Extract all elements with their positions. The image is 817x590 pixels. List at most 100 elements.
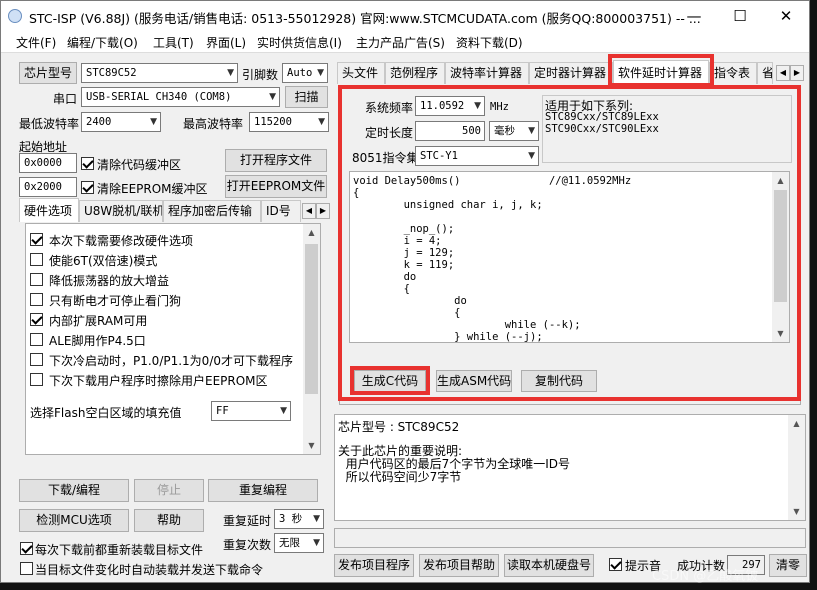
tab-u8w[interactable]: U8W脱机/联机 (79, 200, 163, 222)
reload-before-download-label: 每次下载前都重新装载目标文件 (35, 543, 204, 557)
pin-count-label: 引脚数 (242, 68, 279, 82)
stop-button[interactable]: 停止 (134, 479, 204, 502)
publish-help-button[interactable]: 发布项目帮助 (419, 554, 499, 577)
help-button[interactable]: 帮助 (134, 509, 204, 532)
menu-docs-download[interactable]: 资料下载(D) (456, 34, 523, 51)
chevron-down-icon: ▼ (313, 538, 320, 548)
option-checkbox[interactable] (30, 233, 43, 246)
tab-example-programs[interactable]: 范例程序 (385, 62, 445, 84)
right-tab-scroll[interactable]: ◀ ▶ (776, 64, 804, 81)
port-value: USB-SERIAL CH340 (COM8) (86, 91, 232, 103)
tab-encrypt-transfer[interactable]: 程序加密后传输 (163, 200, 261, 222)
repeat-delay-label: 重复延时 (223, 514, 272, 528)
chevron-down-icon: ▼ (269, 92, 276, 102)
scroll-up-icon[interactable]: ▲ (303, 224, 320, 241)
menu-file[interactable]: 文件(F) (16, 34, 56, 51)
scroll-thumb[interactable] (305, 244, 318, 394)
detect-mcu-button[interactable]: 检测MCU选项 (19, 509, 129, 532)
repeat-count-label: 重复次数 (223, 538, 272, 552)
option-checkbox[interactable] (30, 313, 43, 326)
close-button[interactable]: ✕ (763, 1, 809, 31)
option-checkbox[interactable] (30, 333, 43, 346)
menu-product-ads[interactable]: 主力产品广告(S) (356, 34, 445, 51)
option-label: 下次下载用户程序时擦除用户EEPROM区 (49, 374, 268, 388)
menu-program-download[interactable]: 编程/下载(O) (67, 34, 138, 51)
min-baud-value: 2400 (86, 116, 112, 128)
scroll-down-icon[interactable]: ▼ (788, 503, 805, 520)
option-checkbox[interactable] (30, 253, 43, 266)
chevron-left-icon[interactable]: ◀ (302, 203, 316, 219)
progress-bar (334, 528, 806, 548)
repeat-delay-select[interactable]: 3 秒 ▼ (274, 509, 324, 529)
scroll-up-icon[interactable]: ▲ (788, 415, 805, 432)
pin-count-select[interactable]: Auto ▼ (282, 63, 328, 83)
auto-send-checkbox[interactable] (20, 562, 33, 575)
chevron-down-icon: ▼ (150, 117, 157, 127)
menu-tools[interactable]: 工具(T) (153, 34, 194, 51)
open-eeprom-file-button[interactable]: 打开EEPROM文件 (225, 175, 327, 198)
tab-baud-calculator[interactable]: 波特率计算器 (445, 62, 529, 84)
tab-id[interactable]: ID号 (261, 200, 301, 222)
option-label: ALE脚用作P4.5口 (49, 334, 146, 348)
clear-eeprom-label: 清除EEPROM缓冲区 (97, 182, 208, 196)
repeat-count-select[interactable]: 无限 ▼ (274, 533, 324, 553)
info-scrollbar[interactable]: ▲ ▼ (788, 415, 805, 520)
option-checkbox[interactable] (30, 273, 43, 286)
left-tab-scroll[interactable]: ◀ ▶ (302, 202, 330, 219)
tab-overflow[interactable]: 省 (757, 62, 773, 84)
beep-checkbox[interactable] (609, 558, 622, 571)
repeat-delay-value: 3 秒 (279, 513, 303, 525)
chevron-left-icon[interactable]: ◀ (776, 65, 790, 81)
option-label: 下次冷启动时，P1.0/P1.1为0/0才可下载程序 (49, 354, 293, 368)
chip-model-button[interactable]: 芯片型号 (19, 62, 77, 84)
info-line: 芯片型号 : STC89C52 (338, 420, 460, 434)
highlight-delay-panel (338, 85, 801, 401)
chip-model-select[interactable]: STC89C52 ▼ (81, 63, 238, 83)
repeat-program-button[interactable]: 重复编程 (208, 479, 318, 502)
option-checkbox[interactable] (30, 353, 43, 366)
open-program-file-button[interactable]: 打开程序文件 (225, 149, 327, 172)
eeprom-start-address-input[interactable]: 0x2000 (19, 177, 77, 197)
download-program-button[interactable]: 下载/编程 (19, 479, 129, 502)
maximize-button[interactable]: ☐ (717, 1, 763, 31)
chevron-right-icon[interactable]: ▶ (790, 65, 804, 81)
menu-supply-info[interactable]: 实时供货信息(I) (257, 34, 342, 51)
publish-project-button[interactable]: 发布项目程序 (334, 554, 414, 577)
option-label: 使能6T(双倍速)模式 (49, 254, 158, 268)
clear-count-button[interactable]: 清零 (769, 554, 807, 577)
tab-timer-calculator[interactable]: 定时器计算器 (529, 62, 613, 84)
scroll-down-icon[interactable]: ▼ (303, 437, 320, 454)
scan-button[interactable]: 扫描 (285, 86, 328, 108)
port-select[interactable]: USB-SERIAL CH340 (COM8) ▼ (81, 87, 280, 107)
tab-instruction-table[interactable]: 指令表 (709, 62, 757, 84)
option-checkbox[interactable] (30, 293, 43, 306)
code-start-address-input[interactable]: 0x0000 (19, 153, 77, 173)
hardware-options-panel: 本次下载需要修改硬件选项 使能6T(双倍速)模式 降低振荡器的放大增益 只有断电… (25, 223, 321, 455)
tab-hardware-options[interactable]: 硬件选项 (19, 198, 79, 222)
max-baud-select[interactable]: 115200 ▼ (249, 112, 329, 132)
chevron-down-icon: ▼ (318, 117, 325, 127)
clear-code-checkbox[interactable] (81, 157, 94, 170)
window-title: STC-ISP (V6.88J) (服务电话/销售电话: 0513-550129… (29, 11, 701, 26)
min-baud-select[interactable]: 2400 ▼ (81, 112, 161, 132)
options-scrollbar[interactable]: ▲ ▼ (303, 224, 320, 454)
title-bar[interactable]: STC-ISP (V6.88J) (服务电话/销售电话: 0513-550129… (1, 1, 809, 31)
option-label: 本次下载需要修改硬件选项 (49, 234, 194, 248)
minimize-button[interactable]: — (671, 1, 717, 31)
chevron-right-icon[interactable]: ▶ (316, 203, 330, 219)
flash-fill-select[interactable]: FF ▼ (211, 401, 291, 421)
menu-bar: 文件(F) 编程/下载(O) 工具(T) 界面(L) 实时供货信息(I) 主力产… (1, 31, 809, 53)
reload-before-download-checkbox[interactable] (20, 542, 33, 555)
chip-info-textarea[interactable]: 芯片型号 : STC89C52 关于此芯片的重要说明: 用户代码区的最后7个字节… (334, 414, 806, 521)
option-checkbox[interactable] (30, 373, 43, 386)
menu-interface[interactable]: 界面(L) (206, 34, 246, 51)
pin-count-value: Auto (287, 67, 313, 79)
read-disk-id-button[interactable]: 读取本机硬盘号 (504, 554, 594, 577)
tab-header-file[interactable]: 头文件 (337, 62, 385, 84)
clear-eeprom-checkbox[interactable] (81, 181, 94, 194)
option-label: 降低振荡器的放大增益 (49, 274, 170, 288)
clear-code-label: 清除代码缓冲区 (97, 158, 182, 172)
app-icon (8, 9, 22, 23)
chevron-down-icon: ▼ (317, 68, 324, 78)
auto-send-label: 当目标文件变化时自动装载并发送下载命令 (35, 563, 264, 577)
